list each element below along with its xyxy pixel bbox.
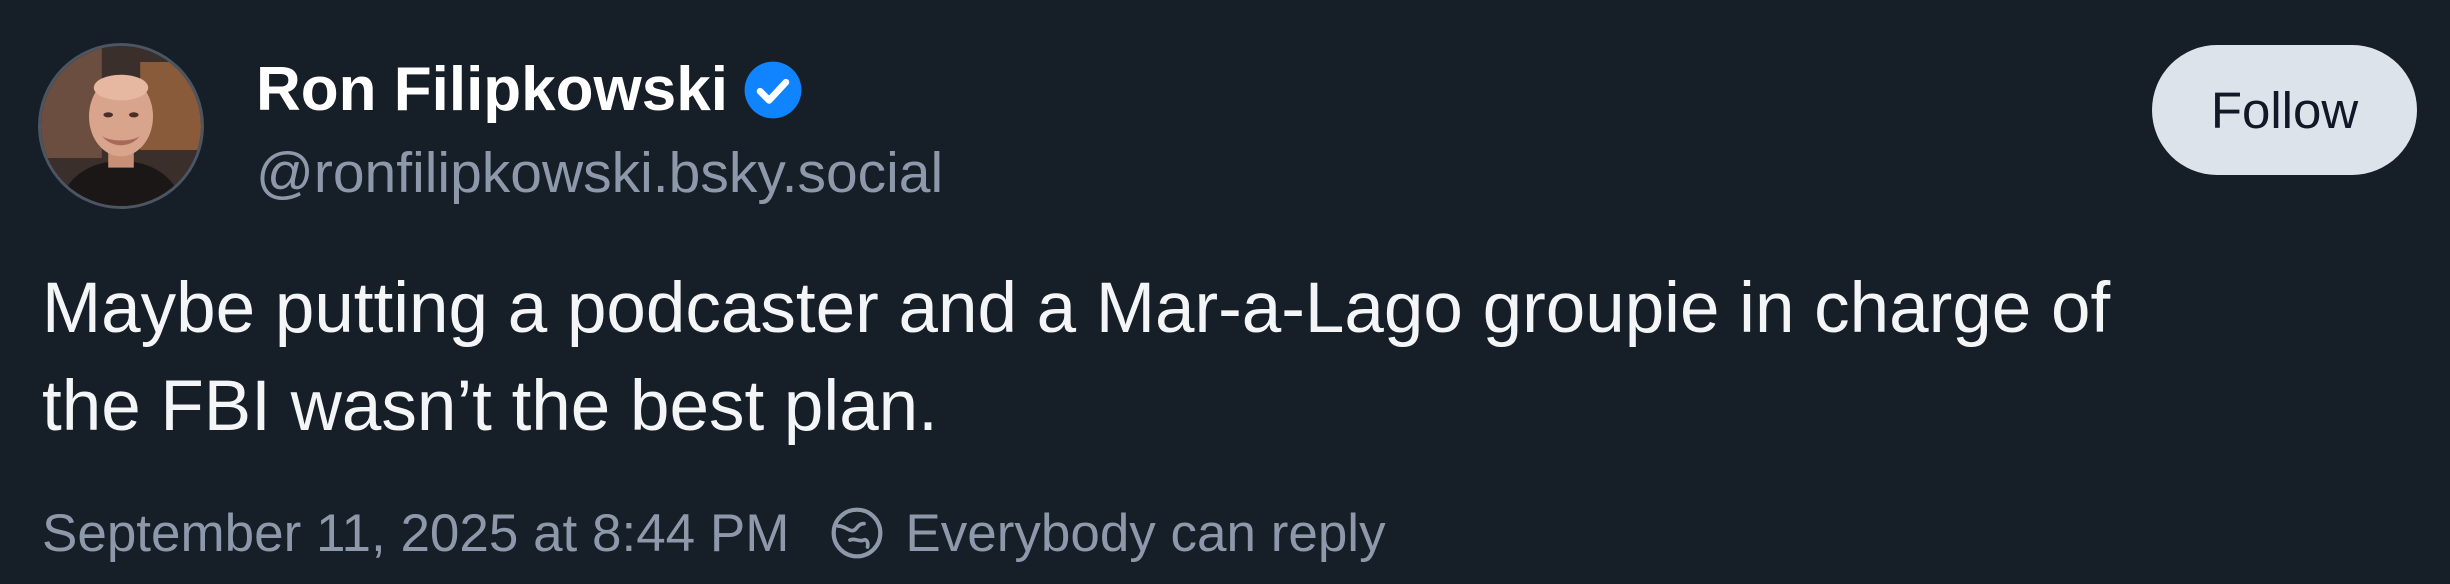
author-name[interactable]: Ron Filipkowski: [256, 50, 728, 130]
reply-setting: Everybody can reply: [905, 503, 1386, 563]
post-text-line: the FBI wasn’t the best plan.: [42, 367, 938, 446]
post-timestamp[interactable]: September 11, 2025 at 8:44 PM: [42, 503, 789, 564]
follow-button[interactable]: Follow: [2152, 45, 2417, 175]
avatar[interactable]: [38, 43, 204, 209]
author-handle[interactable]: @ronfilipkowski.bsky.social: [256, 133, 943, 213]
post-text: Maybe putting a podcaster and a Mar-a-La…: [42, 260, 2412, 456]
verified-check-icon[interactable]: [742, 59, 804, 121]
post-meta: September 11, 2025 at 8:44 PM Everybody …: [42, 495, 1386, 571]
author-name-row[interactable]: Ron Filipkowski: [256, 50, 804, 130]
avatar-image: [41, 46, 201, 206]
post-text-line: Maybe putting a podcaster and a Mar-a-La…: [42, 269, 2111, 348]
globe-reply-icon: [829, 505, 885, 561]
post-card: Ron Filipkowski @ronfilipkowski.bsky.soc…: [0, 0, 2450, 584]
